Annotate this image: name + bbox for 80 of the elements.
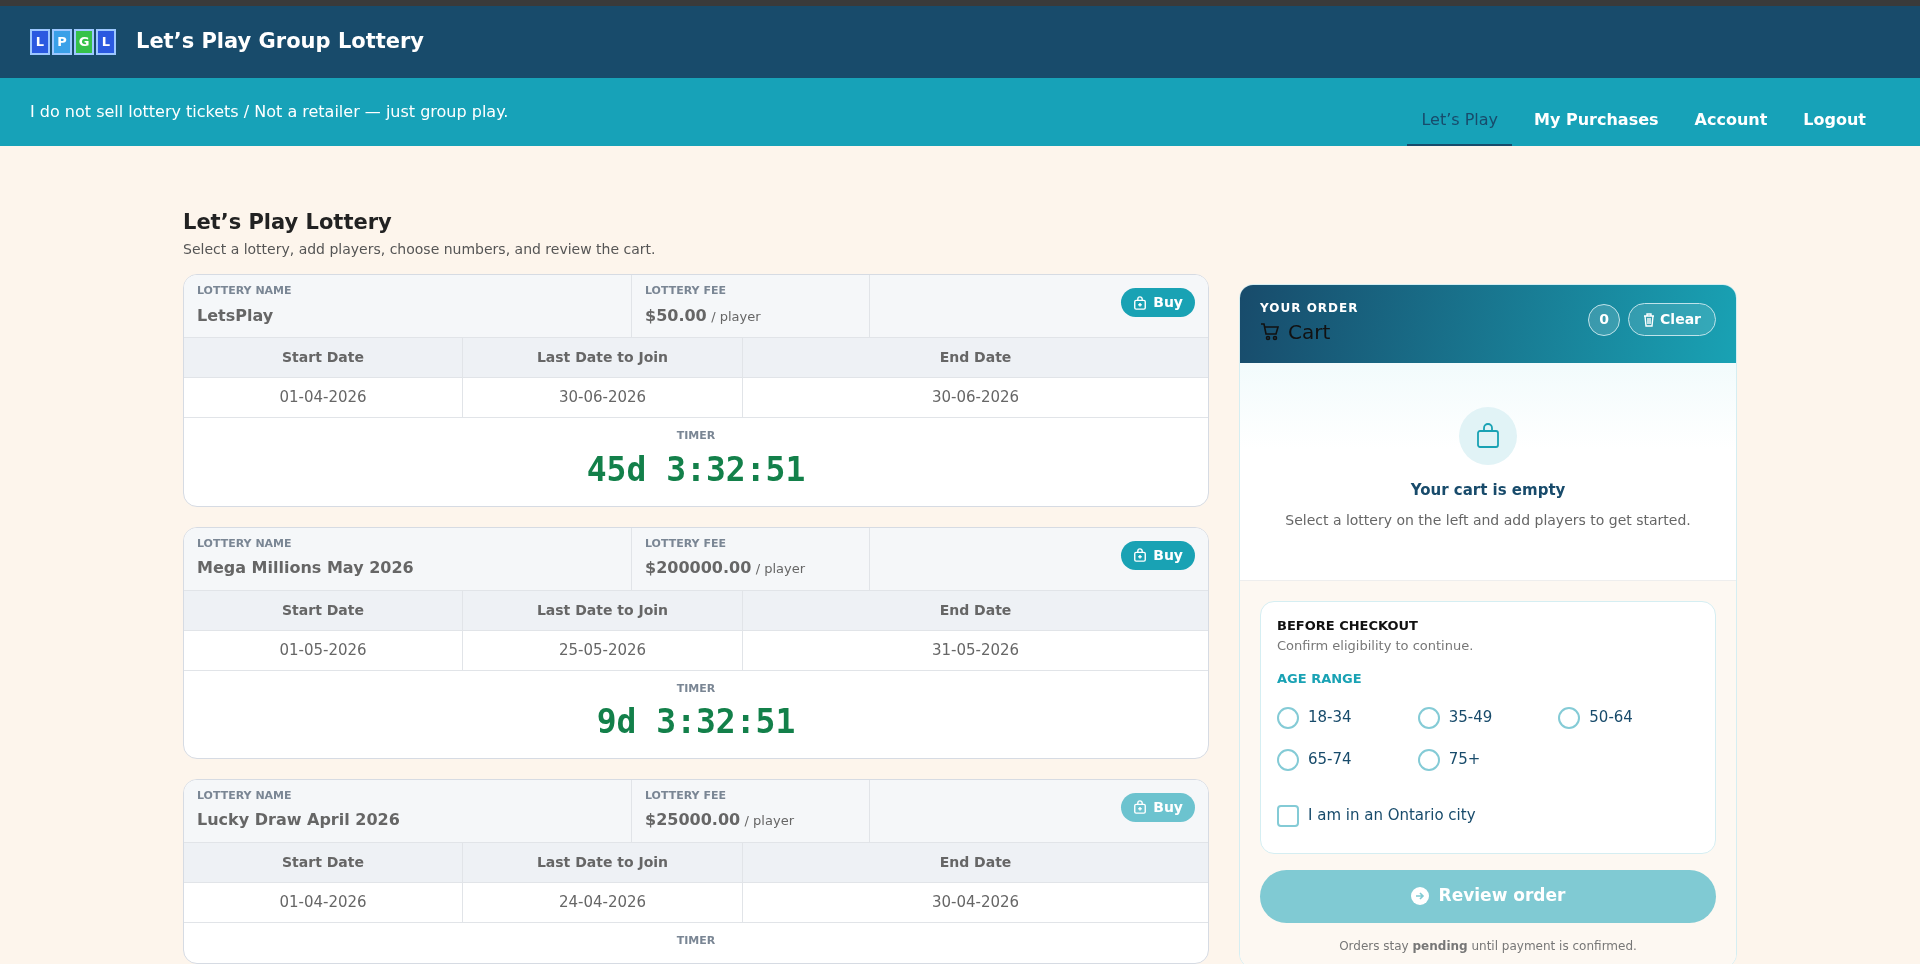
trash-icon [1643,312,1656,327]
empty-cart-text: Select a lottery on the left and add players to get started. [1284,510,1692,530]
buy-button[interactable]: Buy [1121,288,1195,318]
column-header: Last Date to Join [463,842,743,882]
lottery-name: Mega Millions May 2026 [197,557,415,580]
radio-label: 35-49 [1448,707,1493,729]
checkout-subtitle: Confirm eligibility to continue. [1277,636,1475,655]
notice-text: I do not sell lottery tickets / Not a retailer — just group play. [30,101,509,123]
lottery-name: Lucky Draw April 2026 [197,809,401,832]
nav-link[interactable]: Account [1680,94,1782,146]
logo-tile: G [74,29,94,55]
field-label: LOTTERY FEE [645,535,727,552]
field-label: LOTTERY NAME [197,535,293,552]
nav-link[interactable]: Let’s Play [1407,94,1513,146]
radio-label: 75+ [1448,749,1481,771]
column-header: End Date [938,348,1013,368]
empty-cart-title: Your cart is empty [1409,480,1567,501]
column-header: Start Date [184,842,463,882]
age-range-label: AGE RANGE [1277,670,1363,688]
timer-label: TIMER [675,680,717,697]
order-note: Orders stay pending until payment is confirmed. [1338,937,1638,955]
cart-title: Cart [1288,319,1331,346]
date-cell: 24-04-2026 [463,882,743,922]
item-count: 0 [1588,303,1621,336]
fee-unit: / player [755,561,806,577]
column-header: End Date [938,852,1013,872]
radio-button[interactable] [1417,706,1440,729]
buy-button[interactable]: Buy [1121,540,1195,570]
field-label: LOTTERY FEE [645,283,727,300]
nav-link[interactable]: Logout [1789,94,1880,146]
date-cell: 25-05-2026 [463,630,743,670]
cart-icon [1260,322,1280,342]
radio-label: 18-34 [1308,707,1352,729]
radio-label: 50-64 [1589,707,1633,729]
radio-label: 65-74 [1308,749,1352,771]
date-cell: 01-05-2026 [184,630,463,670]
bag-plus-icon [1133,800,1148,815]
timer-value: 45d 3:32:51 [585,448,807,491]
radio-button[interactable] [1277,706,1299,729]
field-label: LOTTERY NAME [197,283,293,300]
radio-button[interactable] [1417,748,1440,771]
date-cell-text: 31-05-2026 [930,639,1021,661]
column-header: Last Date to Join [463,338,743,378]
timer-label: TIMER [675,428,717,445]
date-cell: 30-06-2026 [463,378,743,418]
date-cell: 01-04-2026 [184,882,463,922]
column-header: Start Date [184,590,463,630]
date-cell: 01-04-2026 [184,378,463,418]
clear-button[interactable]: Clear [1628,303,1716,336]
logo-tile: L [96,29,116,55]
lottery-fee: $25000.00 [645,810,741,830]
logo-tile: P [52,29,72,55]
fee-unit: / player [744,813,794,829]
column-header: Last Date to Join [463,590,743,630]
column-header: Start Date [184,338,463,378]
lottery-name: LetsPlay [197,304,275,327]
checkbox-label: I am in an Ontario city [1308,805,1476,827]
checkout-title: BEFORE CHECKOUT [1277,617,1419,635]
cart-eyebrow: YOUR ORDER [1260,300,1359,317]
bag-plus-icon [1133,548,1148,563]
bag-plus-icon [1133,295,1148,310]
timer-value: 9d 3:32:51 [595,701,797,744]
site-title: Let’s Play Group Lottery [136,28,425,56]
field-label: LOTTERY FEE [645,787,727,804]
column-header: End Date [938,600,1013,620]
arrow-circle-icon [1410,887,1429,905]
date-cell-text: 30-06-2026 [930,387,1021,409]
page-title: Let’s Play Lottery [183,210,393,236]
timer-label: TIMER [675,932,717,949]
logo-tile: L [30,29,50,55]
field-label: LOTTERY NAME [197,787,293,804]
fee-unit: / player [711,308,761,324]
page-subtitle: Select a lottery, add players, choose numbers, and review the cart. [183,240,657,260]
lottery-fee: $200000.00 [645,558,752,578]
date-cell-text: 30-04-2026 [930,892,1021,914]
radio-button[interactable] [1558,706,1581,729]
nav-link[interactable]: My Purchases [1520,94,1673,146]
lottery-fee: $50.00 [645,305,707,325]
radio-button[interactable] [1277,748,1299,771]
checkbox[interactable] [1277,804,1299,827]
